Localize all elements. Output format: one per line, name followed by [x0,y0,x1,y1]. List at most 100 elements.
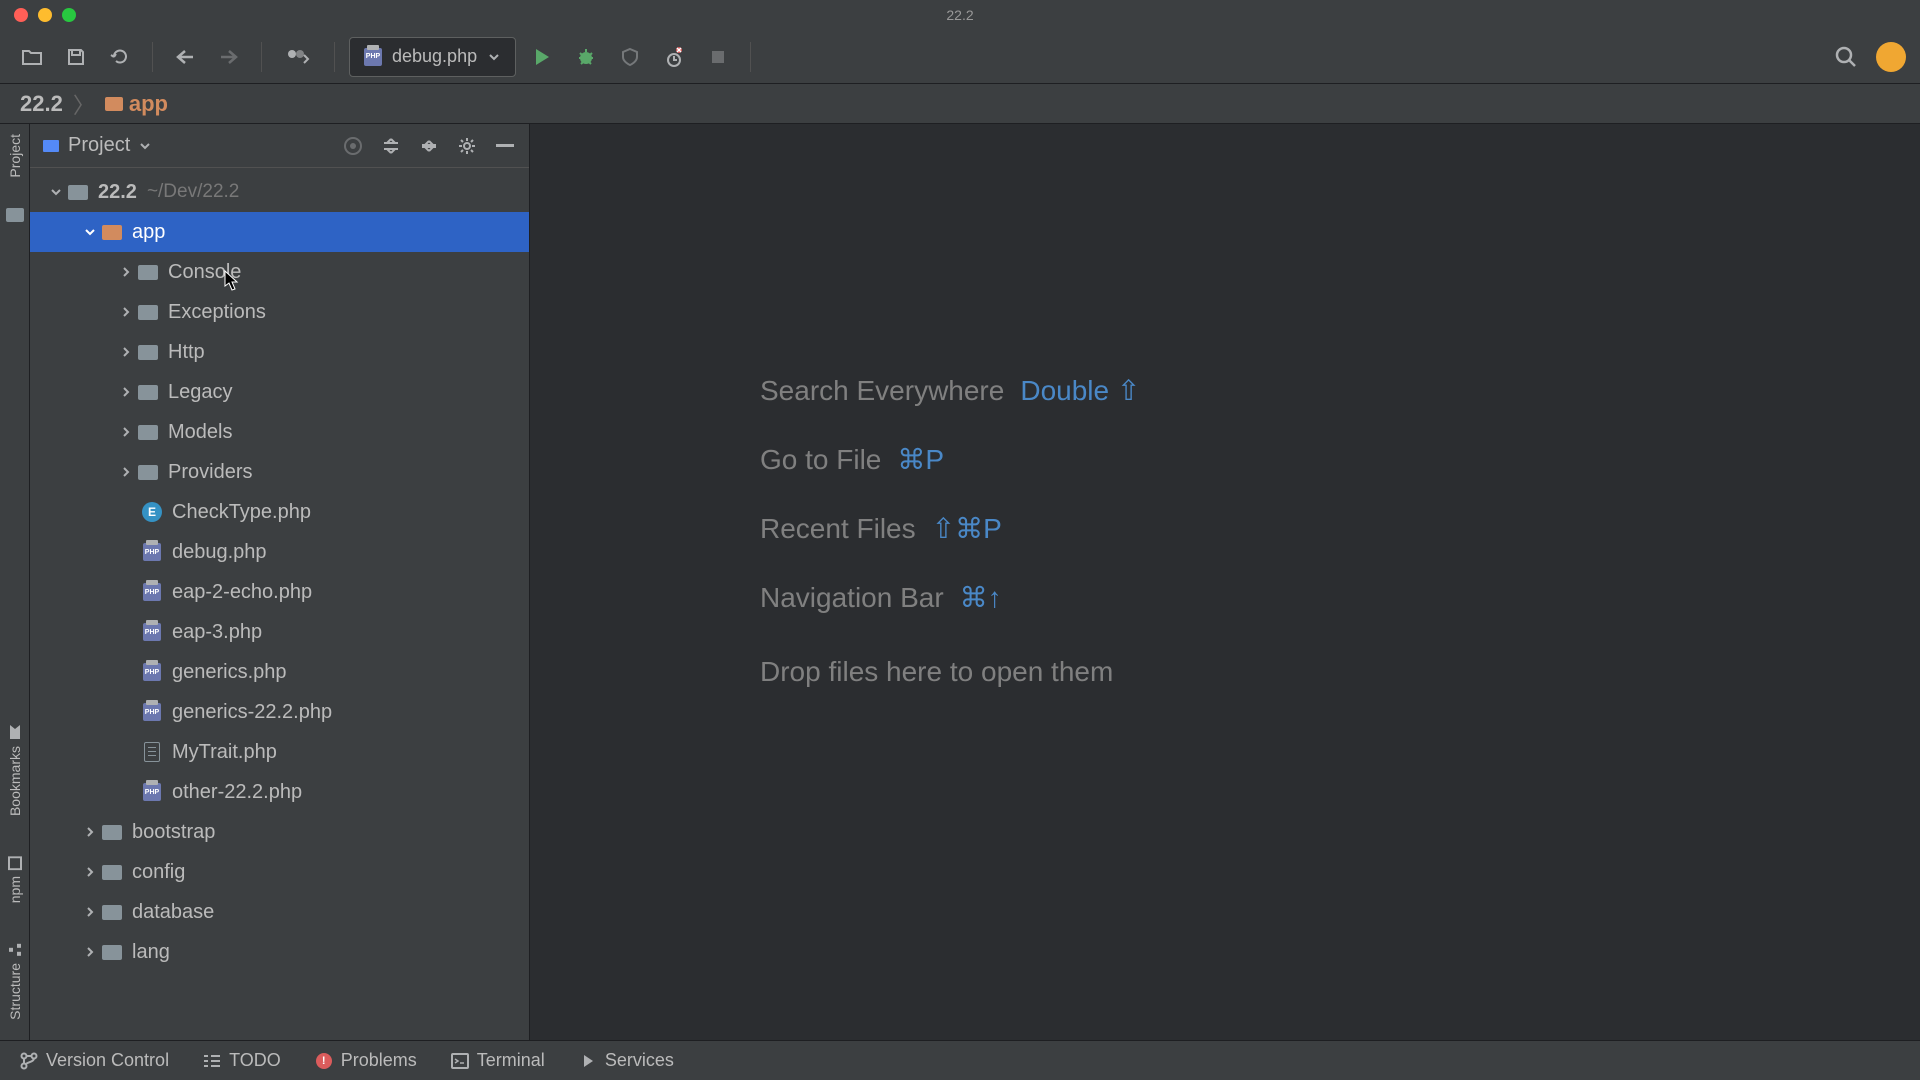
forward-button[interactable] [211,39,247,75]
reload-button[interactable] [102,39,138,75]
file-icon [144,742,160,762]
project-view-selector[interactable]: Project [42,134,152,157]
editor-welcome[interactable]: Search Everywhere Double ⇧ Go to File ⌘P… [530,124,1920,1040]
tree-file[interactable]: PHP other-22.2.php [30,772,529,812]
close-window-button[interactable] [14,8,28,22]
tree-file[interactable]: PHP eap-3.php [30,612,529,652]
separator [152,42,153,72]
chevron-right-icon[interactable] [80,825,100,839]
tree-folder[interactable]: Exceptions [30,292,529,332]
breadcrumb-separator: 〉 [73,88,95,120]
titlebar: 22.2 [0,0,1920,30]
hide-button[interactable] [493,134,517,158]
gutter-project-tab[interactable]: Project [7,134,23,178]
chevron-right-icon[interactable] [116,385,136,399]
bottom-tab-services[interactable]: Services [579,1050,674,1071]
chevron-right-icon[interactable] [116,465,136,479]
coverage-button[interactable] [612,39,648,75]
tree-folder[interactable]: Console [30,252,529,292]
welcome-action: Recent Files ⇧⌘P [760,512,1140,545]
chevron-right-icon[interactable] [116,345,136,359]
php-file-icon: PHP [143,583,161,601]
chevron-right-icon[interactable] [116,425,136,439]
folder-icon [136,422,160,442]
tree-file[interactable]: PHP generics.php [30,652,529,692]
tree-file[interactable]: PHP generics-22.2.php [30,692,529,732]
chevron-right-icon[interactable] [116,305,136,319]
run-configuration-selector[interactable]: PHP debug.php [349,37,516,77]
select-opened-file-button[interactable] [341,134,365,158]
gutter-bookmarks-tab[interactable]: Bookmarks [7,724,23,816]
bottom-tab-version control[interactable]: Version Control [20,1050,169,1071]
tree-file[interactable]: MyTrait.php [30,732,529,772]
gutter-structure-tab[interactable]: Structure [7,943,23,1020]
breadcrumb: 22.2 〉 app [0,84,1920,124]
search-button[interactable] [1828,39,1864,75]
collapse-all-button[interactable] [417,134,441,158]
welcome-action: Search Everywhere Double ⇧ [760,374,1140,407]
bottom-tool-bar: Version Control TODO ! Problems Terminal… [0,1040,1920,1080]
bottom-tab-todo[interactable]: TODO [203,1050,281,1071]
branch-icon [20,1052,38,1070]
open-button[interactable] [14,39,50,75]
debug-button[interactable] [568,39,604,75]
expand-all-button[interactable] [379,134,403,158]
php-file-icon: PHP [143,703,161,721]
project-sidebar: Project [30,124,530,1040]
tree-folder[interactable]: Providers [30,452,529,492]
bottom-tab-problems[interactable]: ! Problems [315,1050,417,1071]
drop-hint: Drop files here to open them [760,656,1113,688]
back-button[interactable] [167,39,203,75]
tree-folder[interactable]: Http [30,332,529,372]
breadcrumb-root[interactable]: 22.2 [20,91,63,117]
chevron-down-icon[interactable] [80,225,100,239]
tree-folder[interactable]: config [30,852,529,892]
php-file-icon: PHP [143,543,161,561]
folder-icon [136,262,160,282]
maximize-window-button[interactable] [62,8,76,22]
save-button[interactable] [58,39,94,75]
chevron-right-icon[interactable] [80,905,100,919]
profile-button[interactable] [656,39,692,75]
chevron-right-icon[interactable] [80,945,100,959]
problems-badge-icon: ! [316,1053,332,1069]
stop-button[interactable] [700,39,736,75]
window-title: 22.2 [946,7,973,23]
window-controls [0,8,76,22]
tree-folder[interactable]: lang [30,932,529,972]
folder-icon [105,97,123,111]
tree-root[interactable]: 22.2 ~/Dev/22.2 [30,172,529,212]
tree-folder[interactable]: Models [30,412,529,452]
project-tree[interactable]: 22.2 ~/Dev/22.2 app Console Exceptions H… [30,168,529,1040]
code-with-me-button[interactable] [276,39,320,75]
settings-button[interactable] [455,134,479,158]
tree-folder-app[interactable]: app [30,212,529,252]
chevron-down-icon [138,139,152,153]
folder-icon [100,822,124,842]
tree-folder[interactable]: bootstrap [30,812,529,852]
tree-file[interactable]: PHP debug.php [30,532,529,572]
project-icon [42,139,60,153]
breadcrumb-current[interactable]: app [105,91,168,117]
chevron-right-icon[interactable] [80,865,100,879]
tree-folder[interactable]: database [30,892,529,932]
minimize-window-button[interactable] [38,8,52,22]
tree-folder[interactable]: Legacy [30,372,529,412]
php-file-icon: PHP [364,48,382,66]
bottom-tab-terminal[interactable]: Terminal [451,1050,545,1071]
problems-icon: ! [315,1052,333,1070]
gutter-npm-tab[interactable]: npm [7,856,23,903]
bookmark-icon [8,724,22,740]
chevron-down-icon [487,50,501,64]
tree-file[interactable]: E CheckType.php [30,492,529,532]
gutter-icon[interactable] [6,208,24,222]
folder-icon [100,902,124,922]
tree-file[interactable]: PHP eap-2-echo.php [30,572,529,612]
separator [750,42,751,72]
run-button[interactable] [524,39,560,75]
run-config-label: debug.php [392,46,477,67]
php-file-icon: PHP [143,783,161,801]
user-avatar[interactable] [1876,42,1906,72]
chevron-down-icon[interactable] [46,185,66,199]
chevron-right-icon[interactable] [116,265,136,279]
